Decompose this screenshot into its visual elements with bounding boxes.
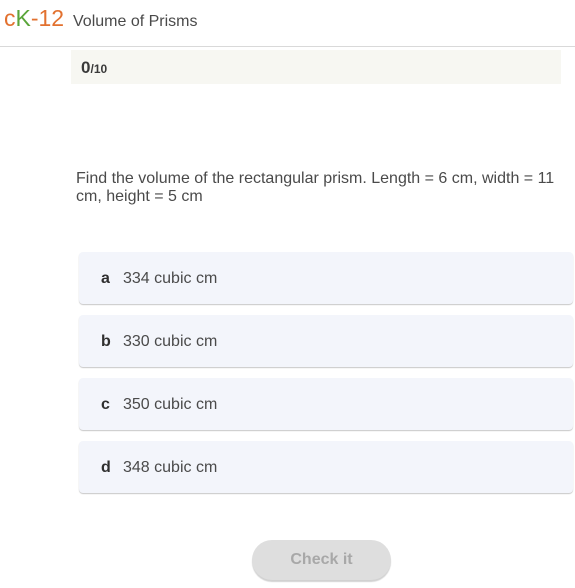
- answer-option-c[interactable]: c 350 cubic cm: [79, 378, 573, 430]
- page-title: Volume of Prisms: [73, 13, 198, 30]
- answer-option-a[interactable]: a 334 cubic cm: [79, 252, 573, 304]
- quiz-page: cK-12 Volume of Prisms 0/10 Find the vol…: [0, 0, 575, 588]
- header: cK-12 Volume of Prisms: [0, 0, 575, 47]
- answer-option-b[interactable]: b 330 cubic cm: [79, 315, 573, 367]
- option-letter: c: [101, 396, 110, 413]
- option-text: 348 cubic cm: [123, 459, 218, 476]
- option-letter: b: [101, 333, 111, 350]
- logo-k: K: [15, 5, 31, 31]
- question-text: Find the volume of the rectangular prism…: [76, 170, 555, 205]
- logo-dash: -: [30, 5, 39, 31]
- option-text: 330 cubic cm: [123, 333, 218, 350]
- option-letter: d: [101, 459, 111, 476]
- ck12-logo[interactable]: cK-12: [4, 5, 64, 31]
- option-letter: a: [101, 270, 110, 287]
- check-it-button[interactable]: Check it: [252, 540, 391, 580]
- logo-c: c: [4, 5, 16, 31]
- logo-number: 12: [38, 5, 65, 31]
- option-text: 334 cubic cm: [123, 270, 218, 287]
- option-text: 350 cubic cm: [123, 396, 218, 413]
- score: 0/10: [81, 58, 107, 78]
- answer-option-d[interactable]: d 348 cubic cm: [79, 441, 573, 493]
- score-bar: 0/10: [71, 50, 561, 84]
- score-total: 10: [93, 62, 108, 76]
